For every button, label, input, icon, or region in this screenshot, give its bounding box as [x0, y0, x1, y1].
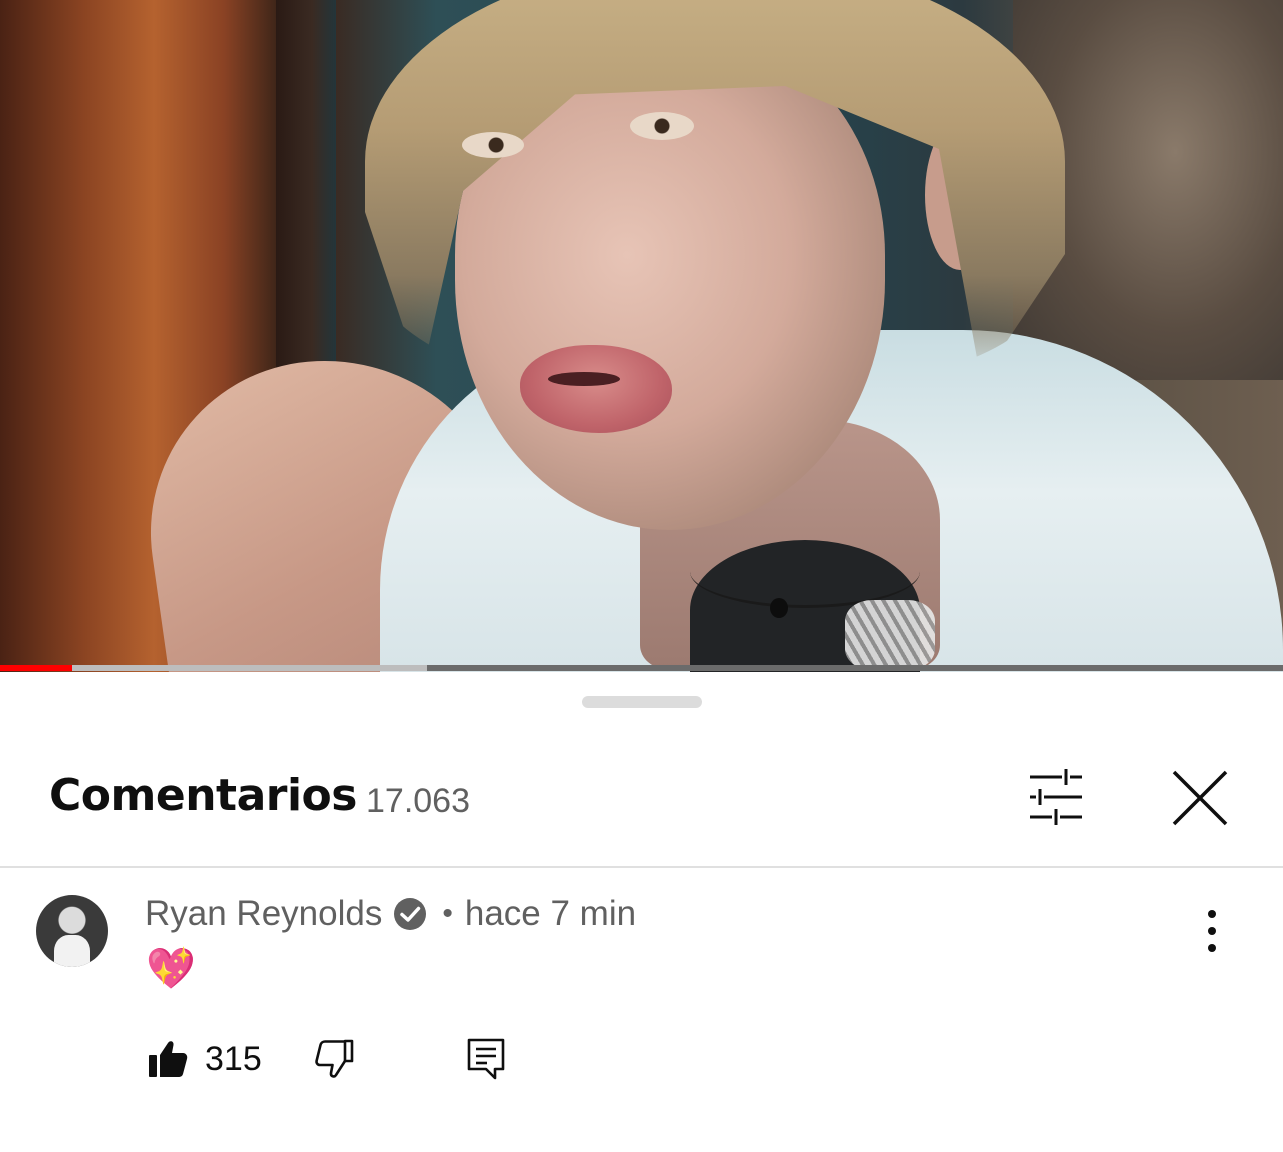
- more-options-button[interactable]: [1196, 908, 1228, 954]
- comment-actions: 315: [147, 1034, 507, 1084]
- video-frame-lips: [520, 345, 672, 433]
- video-frame-eye: [630, 112, 694, 140]
- avatar[interactable]: [36, 895, 108, 967]
- drag-handle[interactable]: [582, 696, 702, 708]
- comments-count: 17.063: [366, 782, 470, 820]
- reply-comment-icon: [467, 1038, 505, 1080]
- dislike-button[interactable]: [313, 1038, 355, 1080]
- comments-title: Comentarios: [49, 770, 357, 821]
- progress-played: [0, 665, 72, 671]
- like-button[interactable]: [147, 1038, 189, 1080]
- more-vertical-icon: [1208, 910, 1216, 952]
- like-count: 315: [205, 1039, 262, 1078]
- comment-author[interactable]: Ryan Reynolds: [145, 894, 382, 934]
- comment-item: Ryan Reynolds • hace 7 min 💖 315: [0, 868, 1283, 1152]
- video-frame-pendant: [770, 598, 788, 618]
- video-frame-necklace: [690, 535, 920, 608]
- video-player[interactable]: [0, 0, 1283, 672]
- comment-text: 💖: [146, 947, 196, 991]
- thumbs-up-filled-icon: [149, 1041, 188, 1077]
- thumbs-down-outline-icon: [315, 1039, 354, 1078]
- comment-time: hace 7 min: [464, 894, 637, 933]
- reply-button[interactable]: [465, 1037, 507, 1081]
- close-icon: [1172, 770, 1228, 826]
- tune-sliders-icon: [1030, 769, 1082, 825]
- verified-check-icon: [394, 898, 427, 930]
- comments-panel: Comentarios 17.063 Ryan Reynolds • hace …: [0, 672, 1283, 1152]
- video-progress-bar[interactable]: [0, 665, 1283, 671]
- sort-filter-button[interactable]: [1022, 768, 1090, 828]
- comment-meta: Ryan Reynolds • hace 7 min: [145, 894, 636, 934]
- meta-separator: •: [442, 897, 453, 930]
- video-frame-chain: [845, 600, 935, 670]
- close-button[interactable]: [1168, 768, 1232, 828]
- video-frame-eye: [462, 132, 524, 158]
- video-frame-mouth: [548, 372, 620, 386]
